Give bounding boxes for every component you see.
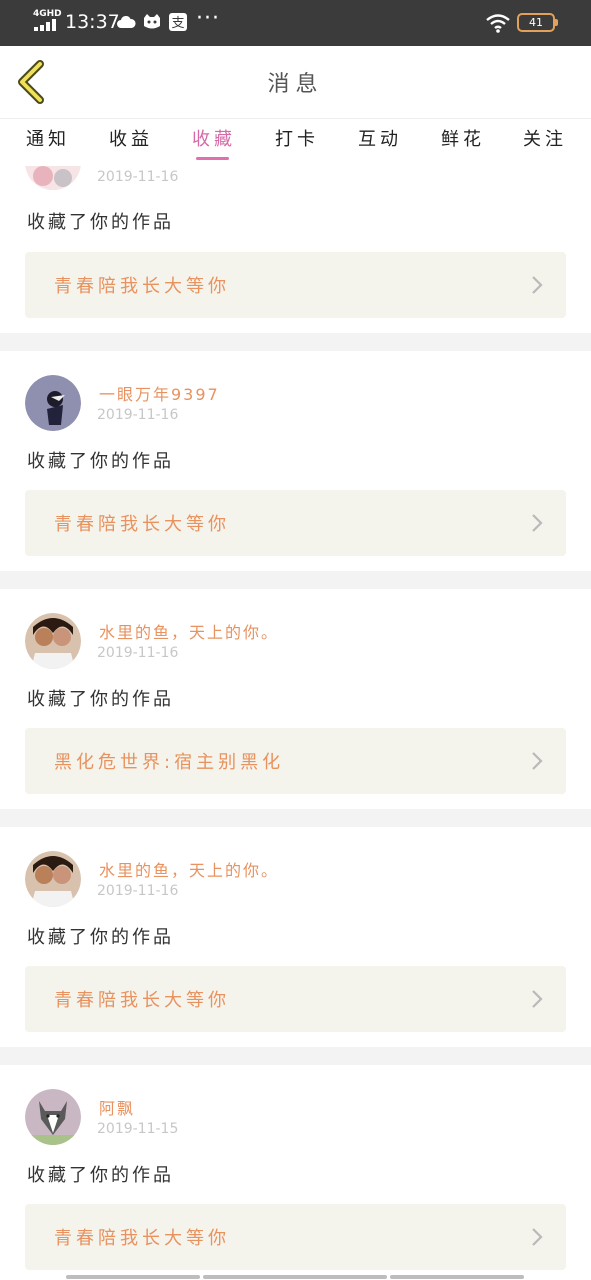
- avatar[interactable]: [25, 613, 81, 669]
- work-link[interactable]: 青春陪我长大等你: [25, 1204, 566, 1270]
- wifi-icon: [486, 14, 510, 33]
- list-item: 水里的鱼，天上的你。 2019-11-16 收藏了你的作品 黑化危世界:宿主别黑…: [0, 589, 591, 809]
- gesture-segment[interactable]: [203, 1275, 387, 1279]
- battery-icon: 41: [517, 13, 558, 32]
- avatar[interactable]: [25, 375, 81, 431]
- list-item: 一眼万年9397 2019-11-16 收藏了你的作品 青春陪我长大等你: [0, 351, 591, 571]
- signal-icon: [34, 19, 58, 31]
- avatar[interactable]: [25, 851, 81, 907]
- tab-earnings[interactable]: 收益: [101, 125, 161, 151]
- work-link[interactable]: 黑化危世界:宿主别黑化: [25, 728, 566, 794]
- active-tab-indicator: [196, 157, 229, 160]
- work-link[interactable]: 青春陪我长大等你: [25, 966, 566, 1032]
- tab-notifications[interactable]: 通知: [18, 125, 78, 151]
- message-action: 收藏了你的作品: [27, 212, 174, 233]
- avatar-image: [25, 166, 81, 190]
- clock: 13:37: [65, 11, 120, 33]
- work-link[interactable]: 青春陪我长大等你: [25, 490, 566, 556]
- work-title: 青春陪我长大等你: [54, 1228, 230, 1249]
- message-date: 2019-11-15: [97, 1121, 179, 1137]
- work-title: 青春陪我长大等你: [54, 514, 230, 535]
- tab-bar: 通知 收益 收藏 打卡 互动 鲜花 关注: [0, 118, 591, 166]
- avatar-image: [25, 613, 81, 669]
- message-action: 收藏了你的作品: [27, 451, 174, 472]
- username[interactable]: 一眼万年9397: [99, 381, 220, 405]
- avatar-image: [25, 1089, 81, 1145]
- network-type: 4GHD: [33, 9, 62, 19]
- cat-app-icon: [144, 14, 160, 29]
- app-header: 消息: [0, 46, 591, 118]
- work-title: 黑化危世界:宿主别黑化: [54, 752, 285, 773]
- message-action: 收藏了你的作品: [27, 1165, 174, 1186]
- message-action: 收藏了你的作品: [27, 927, 174, 948]
- page-title: 消息: [267, 72, 324, 97]
- more-notifications: ···: [196, 6, 220, 31]
- tab-interactions[interactable]: 互动: [350, 125, 410, 151]
- username[interactable]: 水里的鱼，天上的你。: [99, 619, 279, 643]
- avatar-image: [25, 375, 81, 431]
- gesture-segment[interactable]: [66, 1275, 200, 1279]
- chevron-right-icon: [532, 990, 543, 1008]
- status-bar: 4GHD 13:37 支 ··· 41: [0, 0, 591, 46]
- chevron-right-icon: [532, 1228, 543, 1246]
- avatar[interactable]: [25, 1089, 81, 1145]
- chevron-right-icon: [532, 514, 543, 532]
- gesture-segment[interactable]: [390, 1275, 524, 1279]
- tab-checkin[interactable]: 打卡: [267, 125, 327, 151]
- message-date: 2019-11-16: [97, 169, 179, 185]
- username[interactable]: 水里的鱼，天上的你。: [99, 857, 279, 881]
- list-item: 2019-11-16 收藏了你的作品 青春陪我长大等你: [0, 166, 591, 333]
- avatar-image: [25, 851, 81, 907]
- message-date: 2019-11-16: [97, 645, 179, 661]
- list-item: 水里的鱼，天上的你。 2019-11-16 收藏了你的作品 青春陪我长大等你: [0, 827, 591, 1047]
- gesture-bar: [0, 1274, 591, 1280]
- avatar[interactable]: [25, 166, 81, 190]
- cloud-icon: [117, 15, 136, 28]
- tab-flowers[interactable]: 鲜花: [433, 125, 493, 151]
- chevron-right-icon: [532, 752, 543, 770]
- work-link[interactable]: 青春陪我长大等你: [25, 252, 566, 318]
- message-list[interactable]: 2019-11-16 收藏了你的作品 青春陪我长大等你 一眼万年9397 201…: [0, 166, 591, 1280]
- work-title: 青春陪我长大等你: [54, 990, 230, 1011]
- alipay-icon: 支: [169, 13, 187, 31]
- tab-following[interactable]: 关注: [515, 125, 575, 151]
- chevron-right-icon: [532, 276, 543, 294]
- battery-level: 41: [529, 16, 543, 29]
- tab-favorites[interactable]: 收藏: [184, 125, 244, 151]
- message-date: 2019-11-16: [97, 407, 179, 423]
- list-item: 阿飘 2019-11-15 收藏了你的作品 青春陪我长大等你: [0, 1065, 591, 1280]
- username[interactable]: 阿飘: [99, 1095, 135, 1119]
- message-action: 收藏了你的作品: [27, 689, 174, 710]
- work-title: 青春陪我长大等你: [54, 276, 230, 297]
- svg-text:支: 支: [171, 16, 184, 31]
- message-date: 2019-11-16: [97, 883, 179, 899]
